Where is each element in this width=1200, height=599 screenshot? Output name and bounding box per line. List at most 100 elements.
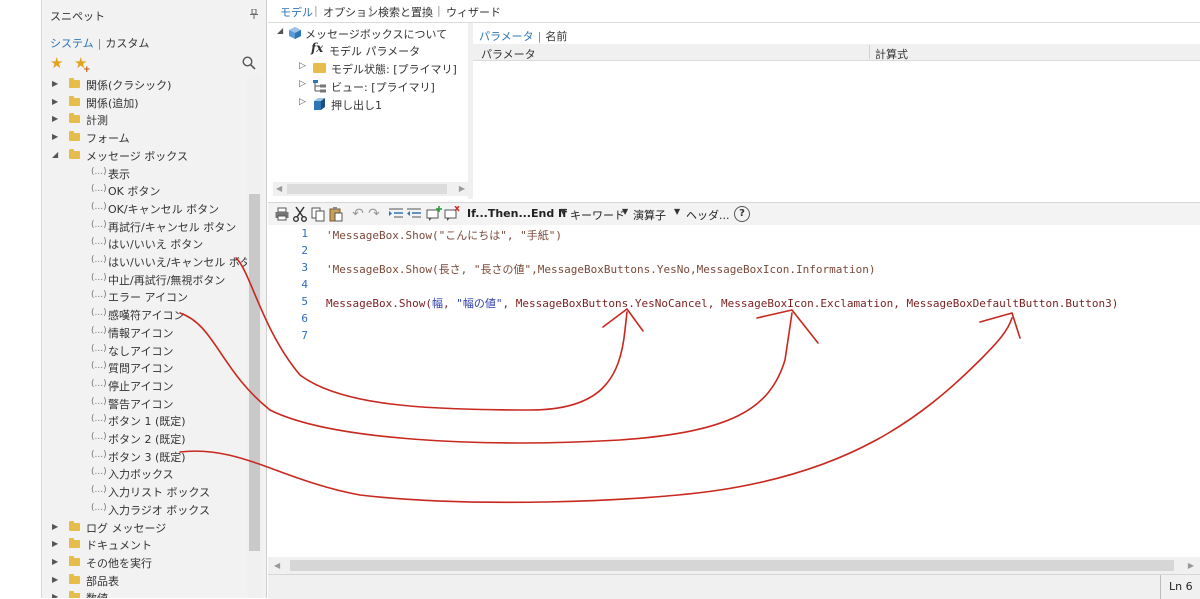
snippet-item[interactable]: (...) 入力ラジオ ボックス: [42, 501, 247, 518]
tab-names[interactable]: 名前: [545, 30, 567, 43]
snippet-folder-label: 関係(クラシック): [86, 79, 172, 92]
cut-icon[interactable]: [292, 206, 308, 222]
snippet-item[interactable]: (...) 警告アイコン: [42, 395, 247, 412]
editor-scrollbar[interactable]: ◀ ▶: [268, 557, 1200, 574]
remove-comment-icon[interactable]: [444, 206, 460, 222]
folder-icon: [69, 573, 80, 584]
chevron-down-icon[interactable]: ▼: [560, 207, 566, 216]
snippet-item[interactable]: (...) 感嘆符アイコン: [42, 306, 247, 323]
snippet-item[interactable]: (...) 入力ボックス: [42, 465, 247, 482]
snippet-code-icon: (...): [91, 361, 107, 372]
snippet-folder[interactable]: ▶ 関係(クラシック): [42, 76, 247, 93]
snippet-scrollbar[interactable]: [247, 76, 262, 598]
snippet-item[interactable]: (...) 再試行/キャンセル ボタン: [42, 218, 247, 235]
expand-arrow-icon[interactable]: ▶: [52, 574, 60, 586]
expand-arrow-icon[interactable]: ▶: [52, 521, 60, 533]
expand-arrow-icon[interactable]: ▷: [299, 79, 306, 89]
menu-find-replace[interactable]: 検索と置換: [378, 4, 433, 20]
expand-arrow-icon[interactable]: ▷: [299, 97, 306, 107]
snippet-item[interactable]: (...) ボタン 3 (既定): [42, 448, 247, 465]
expand-arrow-icon[interactable]: ▶: [52, 591, 60, 598]
redo-icon[interactable]: ↷: [366, 206, 382, 222]
snippet-folder[interactable]: ◢ メッセージ ボックス: [42, 147, 247, 164]
header-dropdown[interactable]: ヘッダ...: [686, 207, 730, 223]
model-tree-scrollbar[interactable]: ◀ ▶: [273, 182, 468, 196]
if-then-snippet-button[interactable]: If...Then...End If: [467, 207, 567, 220]
code-token: MessageBox.Show(: [326, 297, 432, 310]
copy-icon[interactable]: [310, 206, 326, 222]
print-icon[interactable]: [274, 206, 290, 222]
favorites-star-icon[interactable]: ★: [50, 54, 63, 72]
collapse-arrow-icon[interactable]: ◢: [277, 26, 283, 35]
column-divider[interactable]: [869, 45, 870, 59]
tab-system[interactable]: システム: [50, 37, 94, 50]
tab-separator: |: [537, 30, 542, 43]
indent-icon[interactable]: [388, 206, 404, 222]
snippet-folder[interactable]: ▶ 数値: [42, 589, 247, 598]
expand-arrow-icon[interactable]: ▶: [52, 113, 60, 125]
paste-icon[interactable]: [328, 206, 344, 222]
snippet-scroll-thumb[interactable]: [249, 194, 260, 551]
snippet-folder-label: ログ メッセージ: [86, 521, 167, 535]
add-comment-icon[interactable]: [426, 206, 442, 222]
snippet-item-label: OK ボタン: [108, 185, 161, 199]
snippet-folder[interactable]: ▶ ログ メッセージ: [42, 519, 247, 536]
column-header-formula[interactable]: 計算式: [875, 46, 908, 62]
snippet-item[interactable]: (...) 入力リスト ボックス: [42, 483, 247, 500]
code-editor[interactable]: 1 2 3 4 5 6 7 'MessageBox.Show("こんにちは", …: [268, 225, 1200, 557]
snippet-folder[interactable]: ▶ ドキュメント: [42, 536, 247, 553]
model-tree-scroll-thumb[interactable]: [287, 184, 447, 194]
snippet-item[interactable]: (...) ボタン 2 (既定): [42, 430, 247, 447]
menu-model[interactable]: モデル: [280, 4, 313, 20]
snippet-item[interactable]: (...) はい/いいえ ボタン: [42, 235, 247, 252]
snippet-code-icon: (...): [91, 166, 107, 177]
model-tree: ◢ メッセージボックスについて fx モデル パラメータ ▷ モデル状態: [プ…: [273, 23, 468, 198]
scroll-right-icon[interactable]: ▶: [459, 184, 465, 193]
outdent-icon[interactable]: [406, 206, 422, 222]
search-icon[interactable]: [242, 56, 256, 70]
snippet-item[interactable]: (...) ボタン 1 (既定): [42, 412, 247, 429]
tab-custom[interactable]: カスタム: [105, 37, 149, 50]
chevron-down-icon[interactable]: ▼: [622, 207, 628, 216]
pin-icon[interactable]: [250, 9, 258, 19]
column-header-parameter[interactable]: パラメータ: [481, 46, 536, 62]
expand-arrow-icon[interactable]: ▶: [52, 96, 60, 108]
undo-icon[interactable]: ↶: [350, 206, 366, 222]
snippet-item[interactable]: (...) はい/いいえ/キャンセル ボタン: [42, 253, 247, 270]
snippet-item[interactable]: (...) 質問アイコン: [42, 359, 247, 376]
menu-wizard[interactable]: ウィザード: [446, 4, 501, 20]
snippet-item[interactable]: (...) なしアイコン: [42, 342, 247, 359]
operator-dropdown[interactable]: 演算子: [633, 207, 666, 223]
snippet-code-icon: (...): [91, 414, 107, 425]
snippet-code-icon: (...): [91, 272, 107, 283]
snippet-code-icon: (...): [91, 485, 107, 496]
snippet-folder[interactable]: ▶ 計測: [42, 111, 247, 128]
add-favorite-icon[interactable]: ★ +: [74, 54, 91, 75]
top-menu: モデル | オプション | 検索と置換 | ウィザード: [268, 0, 1200, 23]
tab-parameters[interactable]: パラメータ: [479, 30, 534, 43]
scroll-right-icon[interactable]: ▶: [1188, 561, 1194, 570]
scroll-left-icon[interactable]: ◀: [276, 184, 282, 193]
snippet-item[interactable]: (...) 情報アイコン: [42, 324, 247, 341]
expand-arrow-icon[interactable]: ▶: [52, 131, 60, 143]
snippet-item[interactable]: (...) OK ボタン: [42, 182, 247, 199]
help-icon[interactable]: ?: [734, 206, 750, 222]
expand-arrow-icon[interactable]: ▶: [52, 556, 60, 568]
snippet-item[interactable]: (...) 表示: [42, 165, 247, 182]
expand-arrow-icon[interactable]: ▷: [299, 61, 306, 71]
scroll-left-icon[interactable]: ◀: [274, 561, 280, 570]
chevron-down-icon[interactable]: ▼: [674, 207, 680, 216]
keyword-dropdown[interactable]: キーワード: [570, 207, 625, 223]
collapse-arrow-icon[interactable]: ◢: [52, 149, 60, 161]
snippet-item[interactable]: (...) OK/キャンセル ボタン: [42, 200, 247, 217]
snippet-folder[interactable]: ▶ 関係(追加): [42, 94, 247, 111]
snippet-item[interactable]: (...) 中止/再試行/無視ボタン: [42, 271, 247, 288]
snippet-folder[interactable]: ▶ 部品表: [42, 572, 247, 589]
expand-arrow-icon[interactable]: ▶: [52, 78, 60, 90]
expand-arrow-icon[interactable]: ▶: [52, 538, 60, 550]
snippet-item[interactable]: (...) エラー アイコン: [42, 288, 247, 305]
snippet-item[interactable]: (...) 停止アイコン: [42, 377, 247, 394]
snippet-folder[interactable]: ▶ その他を実行: [42, 554, 247, 571]
editor-scroll-thumb[interactable]: [290, 560, 1174, 571]
snippet-folder[interactable]: ▶ フォーム: [42, 129, 247, 146]
